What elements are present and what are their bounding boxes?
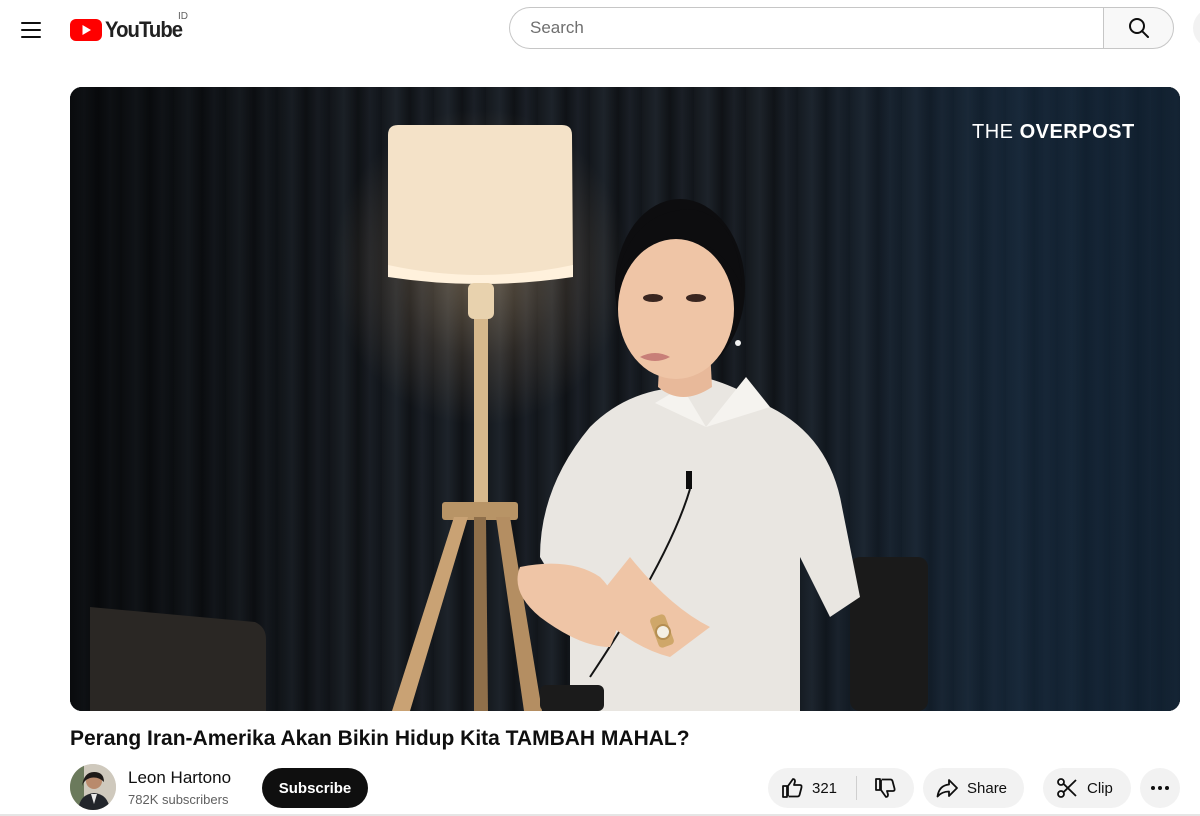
more-horizontal-icon — [1151, 786, 1169, 790]
scissors-icon — [1057, 778, 1077, 798]
like-button[interactable]: 321 — [768, 768, 856, 808]
clip-label: Clip — [1087, 779, 1113, 797]
menu-icon-bar — [21, 22, 41, 24]
share-button[interactable]: Share — [923, 768, 1024, 808]
clip-button[interactable]: Clip — [1043, 768, 1131, 808]
channel-avatar[interactable] — [70, 764, 116, 810]
subscriber-count: 782K subscribers — [128, 792, 229, 807]
guide-menu-button[interactable] — [14, 14, 48, 46]
dislike-button[interactable] — [857, 768, 913, 808]
subscribe-button[interactable]: Subscribe — [262, 768, 368, 808]
thumbs-down-icon — [875, 778, 896, 798]
logo-text: YouTube — [105, 17, 183, 42]
search-button[interactable] — [1103, 7, 1174, 49]
share-arrow-icon — [936, 779, 958, 798]
more-actions-button[interactable] — [1140, 768, 1180, 808]
youtube-logo[interactable]: YouTube — [70, 15, 189, 45]
video-scene — [90, 125, 928, 711]
thumbs-up-icon — [782, 778, 803, 798]
watermark-bold: OVERPOST — [1019, 121, 1135, 143]
like-count: 321 — [812, 779, 838, 797]
video-player[interactable]: THE OVERPOST — [70, 87, 1180, 711]
share-label: Share — [967, 779, 1008, 797]
avatar-image — [70, 764, 116, 810]
menu-icon-bar — [21, 29, 41, 31]
like-dislike-group: 321 — [768, 768, 914, 808]
search-icon — [1128, 18, 1149, 38]
search-input[interactable] — [528, 17, 1103, 39]
video-title: Perang Iran-Amerika Akan Bikin Hidup Kit… — [70, 727, 690, 750]
channel-name[interactable]: Leon Hartono — [128, 768, 231, 788]
masthead: YouTube ID — [0, 0, 1200, 60]
menu-icon-bar — [21, 36, 41, 38]
voice-search-button[interactable] — [1193, 8, 1200, 48]
youtube-logo-icon — [70, 19, 102, 41]
search-box[interactable] — [509, 7, 1103, 49]
country-code: ID — [178, 11, 188, 22]
channel-watermark: THE OVERPOST — [972, 121, 1135, 144]
watermark-thin: THE — [972, 121, 1020, 143]
